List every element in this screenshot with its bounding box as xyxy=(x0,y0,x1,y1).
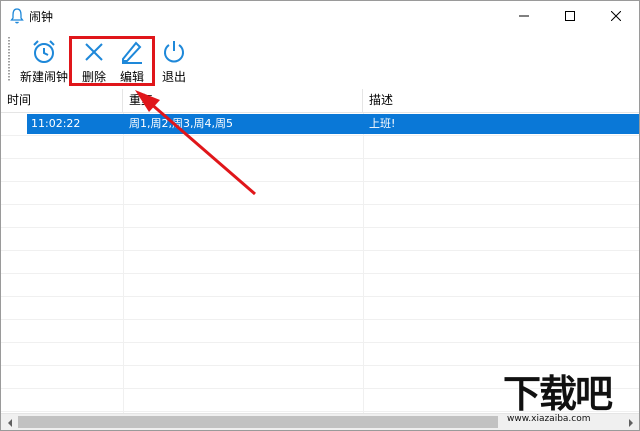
list-header: 时间 重复 描述 xyxy=(1,89,639,113)
empty-row xyxy=(1,159,639,182)
scroll-left-button[interactable] xyxy=(1,414,18,430)
scrollbar-thumb[interactable] xyxy=(18,416,498,428)
empty-row xyxy=(1,343,639,366)
column-header-description[interactable]: 描述 xyxy=(363,89,639,112)
close-button[interactable] xyxy=(593,1,639,31)
chevron-left-icon xyxy=(7,418,12,427)
new-alarm-button[interactable]: 新建闹钟 xyxy=(17,33,71,85)
exit-label: 退出 xyxy=(161,70,186,84)
exit-button[interactable]: 退出 xyxy=(157,33,191,85)
maximize-button[interactable] xyxy=(547,1,593,31)
minimize-button[interactable] xyxy=(501,1,547,31)
empty-row xyxy=(1,205,639,228)
maximize-icon xyxy=(565,11,575,21)
empty-row xyxy=(1,228,639,251)
empty-row xyxy=(1,297,639,320)
cell-description: 上班! xyxy=(369,117,396,130)
new-alarm-label: 新建闹钟 xyxy=(19,70,68,84)
power-icon xyxy=(164,41,184,63)
window-title: 闹钟 xyxy=(29,10,54,24)
bell-icon xyxy=(10,8,24,24)
empty-row xyxy=(1,320,639,343)
cell-time: 11:02:22 xyxy=(31,117,81,130)
watermark: 下载吧 www.xiazaiba.com xyxy=(497,372,637,428)
empty-row xyxy=(1,136,639,159)
title-bar[interactable]: 闹钟 xyxy=(1,1,639,31)
table-row[interactable]: 11:02:22 周1,周2,周3,周4,周5 上班! xyxy=(1,113,639,136)
close-icon xyxy=(611,11,621,21)
column-header-time[interactable]: 时间 xyxy=(1,89,123,112)
column-header-repeat[interactable]: 重复 xyxy=(123,89,363,112)
alarm-clock-icon xyxy=(33,40,55,63)
list-rows: 11:02:22 周1,周2,周3,周4,周5 上班! xyxy=(1,113,639,412)
watermark-logo: 下载吧 xyxy=(503,372,613,416)
empty-row xyxy=(1,274,639,297)
alarm-window: 闹钟 新建闹钟 删除 编辑 退出 时间 重复 描述 11:02:22 周1,周2… xyxy=(0,0,640,431)
empty-row xyxy=(1,182,639,205)
cell-repeat: 周1,周2,周3,周4,周5 xyxy=(129,117,233,130)
alarm-list[interactable]: 时间 重复 描述 11:02:22 周1,周2,周3,周4,周5 上班! xyxy=(1,89,639,413)
empty-row xyxy=(1,251,639,274)
annotation-highlight-box xyxy=(69,36,155,86)
toolbar-grip[interactable] xyxy=(8,37,10,81)
row-selection xyxy=(27,114,639,134)
watermark-url: www.xiazaiba.com xyxy=(507,414,591,424)
minimize-icon xyxy=(519,15,529,17)
